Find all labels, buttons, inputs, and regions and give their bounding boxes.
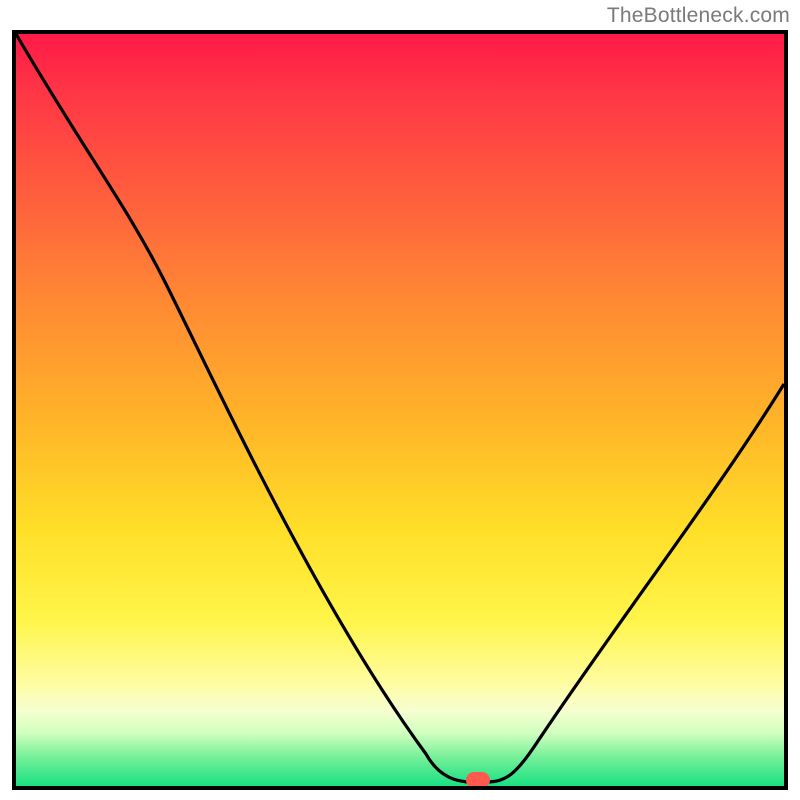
chart-overlay [16,34,784,786]
bottleneck-curve [16,34,784,782]
attribution-label: TheBottleneck.com [607,4,790,28]
optimal-marker [466,772,490,786]
chart-container: TheBottleneck.com [0,0,800,800]
chart-frame [12,30,788,790]
